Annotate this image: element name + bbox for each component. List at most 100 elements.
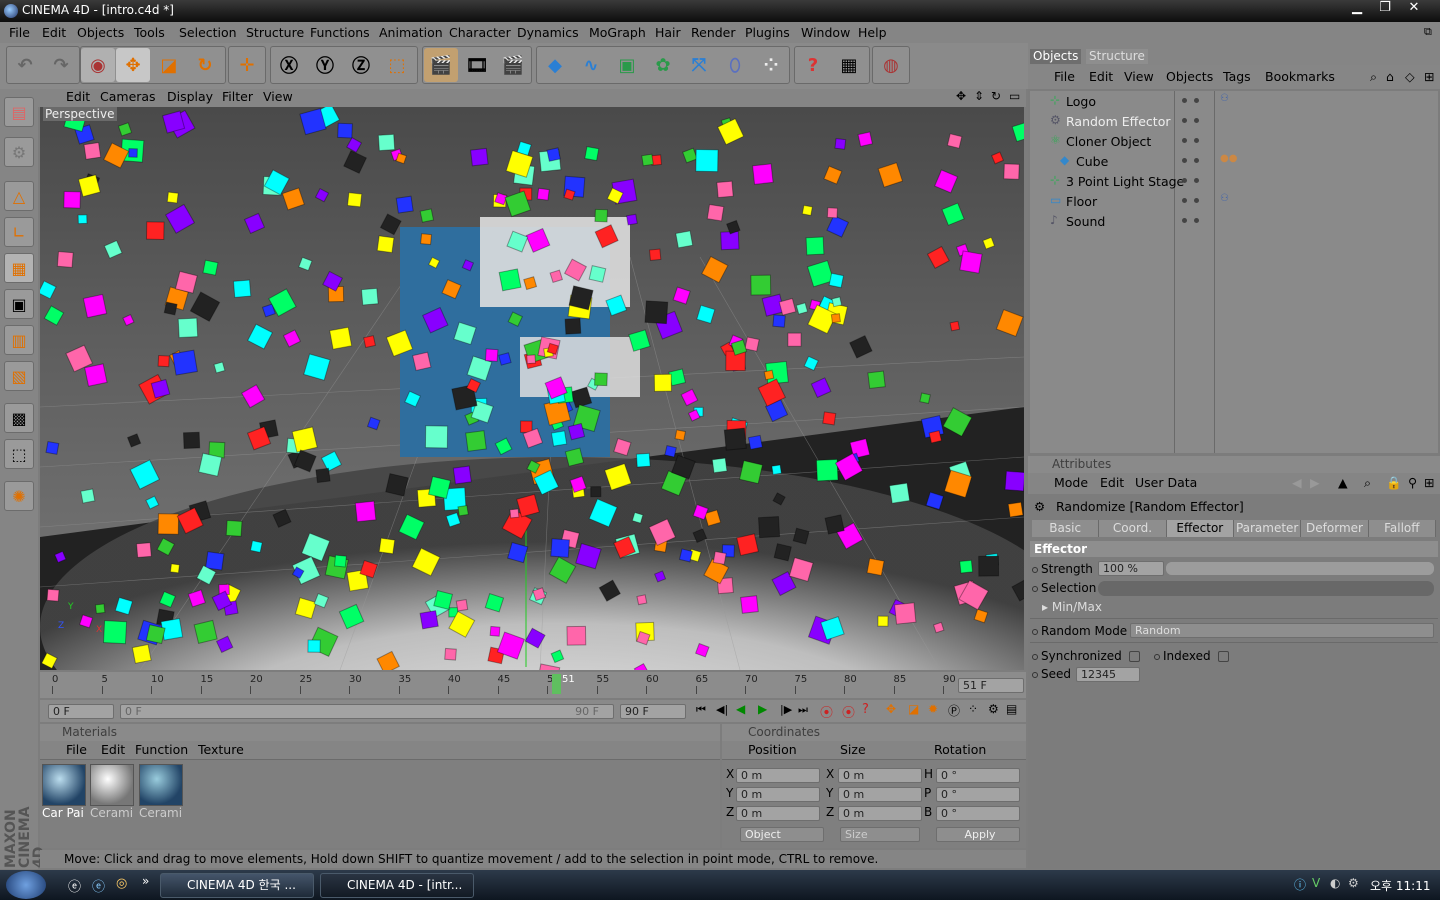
- frame-range-slider[interactable]: 0 F 90 F: [120, 704, 614, 719]
- seed-field[interactable]: 12345: [1076, 667, 1140, 682]
- 3d-viewport[interactable]: Perspective Y X Z: [40, 107, 1024, 670]
- object-row[interactable]: ♪ Sound: [1032, 211, 1436, 231]
- visibility-dot[interactable]: [1194, 118, 1199, 123]
- viewport-maximize-icon[interactable]: ▭: [1009, 89, 1020, 103]
- scheme-icon[interactable]: ⚙: [988, 702, 999, 716]
- ie-icon[interactable]: ⓔ: [68, 876, 81, 895]
- back-icon[interactable]: ◀: [1292, 475, 1302, 490]
- visibility-dot[interactable]: [1182, 138, 1187, 143]
- play-backward-icon[interactable]: ◀: [736, 702, 745, 716]
- objects-menu-file[interactable]: File: [1054, 69, 1075, 84]
- key-position-icon[interactable]: ✥: [886, 702, 896, 716]
- visibility-dot[interactable]: [1182, 198, 1187, 203]
- attributes-tab[interactable]: Parameter: [1234, 520, 1302, 537]
- minmax-toggle[interactable]: ▸ Min/Max: [1042, 600, 1102, 614]
- render-picture-viewer-icon[interactable]: 🎞: [460, 48, 494, 82]
- selection-field[interactable]: [1098, 581, 1434, 596]
- key-rotation-icon[interactable]: ✹: [928, 702, 938, 716]
- coordinate-system-icon[interactable]: ⬚: [380, 48, 414, 82]
- menu-render[interactable]: Render: [691, 25, 736, 40]
- help-icon[interactable]: ?: [796, 48, 830, 82]
- record-icon[interactable]: ⦿: [820, 702, 833, 721]
- attributes-tab[interactable]: Falloff: [1369, 520, 1436, 537]
- visibility-dot[interactable]: [1182, 178, 1187, 183]
- coord-value-field[interactable]: 0 m: [838, 787, 922, 802]
- attributes-new-window-icon[interactable]: ⊞: [1424, 475, 1434, 490]
- object-row[interactable]: ⊹ 3 Point Light Stage: [1032, 171, 1436, 191]
- coord-value-field[interactable]: 0 °: [936, 768, 1020, 783]
- forward-icon[interactable]: ▶: [1310, 475, 1320, 490]
- go-to-end-icon[interactable]: ⏭: [798, 703, 808, 717]
- visibility-dot[interactable]: [1182, 218, 1187, 223]
- deformer-icon[interactable]: ⤧: [682, 48, 716, 82]
- menu-character[interactable]: Character: [449, 25, 511, 40]
- previous-key-icon[interactable]: ◀|: [716, 703, 728, 716]
- indexed-checkbox[interactable]: [1217, 651, 1229, 662]
- visibility-dot[interactable]: [1194, 178, 1199, 183]
- coord-value-field[interactable]: 0 °: [936, 806, 1020, 821]
- attributes-menu-mode[interactable]: Mode: [1054, 475, 1088, 490]
- start-button[interactable]: [6, 871, 46, 899]
- objects-menu-objects[interactable]: Objects: [1166, 69, 1213, 84]
- objects-menu-view[interactable]: View: [1124, 69, 1154, 84]
- visibility-dot[interactable]: [1182, 118, 1187, 123]
- z-axis-lock-icon[interactable]: Ⓩ: [344, 48, 378, 82]
- size-mode-dropdown[interactable]: Size: [840, 827, 920, 842]
- minimize-button[interactable]: ▁: [1344, 0, 1370, 18]
- tab-structure[interactable]: Structure: [1086, 49, 1148, 64]
- apply-button[interactable]: Apply: [936, 827, 1020, 842]
- coord-value-field[interactable]: 0 m: [838, 806, 922, 821]
- coord-value-field[interactable]: 0 m: [736, 787, 820, 802]
- object-row[interactable]: ⚙ Random Effector: [1032, 111, 1436, 131]
- menu-hair[interactable]: Hair: [655, 25, 681, 40]
- tray-icon-1[interactable]: ⓘ: [1294, 876, 1306, 893]
- object-tag-icon[interactable]: ●●: [1220, 153, 1237, 164]
- scene-object-icon[interactable]: ⬯: [718, 48, 752, 82]
- viewport-menu-cameras[interactable]: Cameras: [100, 89, 156, 104]
- menu-functions[interactable]: Functions: [310, 25, 370, 40]
- materials-menu-texture[interactable]: Texture: [198, 742, 244, 757]
- cube-primitive-icon[interactable]: ◆: [538, 48, 572, 82]
- browser-icon[interactable]: ⓔ: [92, 876, 105, 895]
- script-manager-icon[interactable]: ▦: [832, 48, 866, 82]
- current-frame-field[interactable]: 51 F: [958, 678, 1024, 693]
- workplane-icon[interactable]: ▥: [4, 325, 34, 355]
- tweak-mode-icon[interactable]: ▩: [4, 403, 34, 433]
- object-row[interactable]: ▭ Floor ⚇: [1032, 191, 1436, 211]
- viewport-menu-display[interactable]: Display: [167, 89, 213, 104]
- material-swatch[interactable]: Car Pai: [42, 764, 86, 820]
- menu-dynamics[interactable]: Dynamics: [517, 25, 579, 40]
- viewport-zoom-icon[interactable]: ⇕: [974, 89, 984, 103]
- chrome-icon[interactable]: ◎: [116, 876, 127, 891]
- texture-mode-icon[interactable]: ▣: [4, 289, 34, 319]
- menu-plugins[interactable]: Plugins: [745, 25, 790, 40]
- visibility-dot[interactable]: [1194, 198, 1199, 203]
- start-frame-field[interactable]: 0 F: [48, 704, 114, 719]
- next-key-icon[interactable]: |▶: [780, 703, 792, 716]
- materials-menu-function[interactable]: Function: [135, 742, 188, 757]
- menu-window[interactable]: Window: [801, 25, 850, 40]
- viewport-menu-filter[interactable]: Filter: [222, 89, 253, 104]
- objects-menu-tags[interactable]: Tags: [1223, 69, 1251, 84]
- x-axis-lock-icon[interactable]: Ⓧ: [272, 48, 306, 82]
- objects-menu-edit[interactable]: Edit: [1089, 69, 1113, 84]
- up-icon[interactable]: ▲: [1338, 475, 1348, 490]
- visibility-dot[interactable]: [1194, 158, 1199, 163]
- coord-value-field[interactable]: 0 m: [736, 806, 820, 821]
- new-window-icon[interactable]: ⊞: [1424, 69, 1434, 84]
- array-icon[interactable]: ✿: [646, 48, 680, 82]
- key-parameter-icon[interactable]: Ⓟ: [948, 702, 960, 719]
- nurbs-icon[interactable]: ▣: [610, 48, 644, 82]
- keyframe-selection-icon[interactable]: ?: [862, 702, 869, 717]
- coord-value-field[interactable]: 0 m: [838, 768, 922, 783]
- search-icon[interactable]: ⌕: [1370, 69, 1377, 85]
- y-axis-lock-icon[interactable]: Ⓨ: [308, 48, 342, 82]
- rotate-icon[interactable]: ↻: [188, 48, 222, 82]
- close-button[interactable]: ✕: [1400, 0, 1428, 18]
- timeline-window-icon[interactable]: ▤: [1006, 702, 1017, 716]
- strength-field[interactable]: 100 %: [1098, 561, 1164, 576]
- autokey-icon[interactable]: ⦿: [842, 702, 855, 721]
- tray-icon-3[interactable]: ◐: [1330, 876, 1340, 890]
- lock-icon[interactable]: 🔒: [1386, 475, 1402, 491]
- menu-animation[interactable]: Animation: [379, 25, 443, 40]
